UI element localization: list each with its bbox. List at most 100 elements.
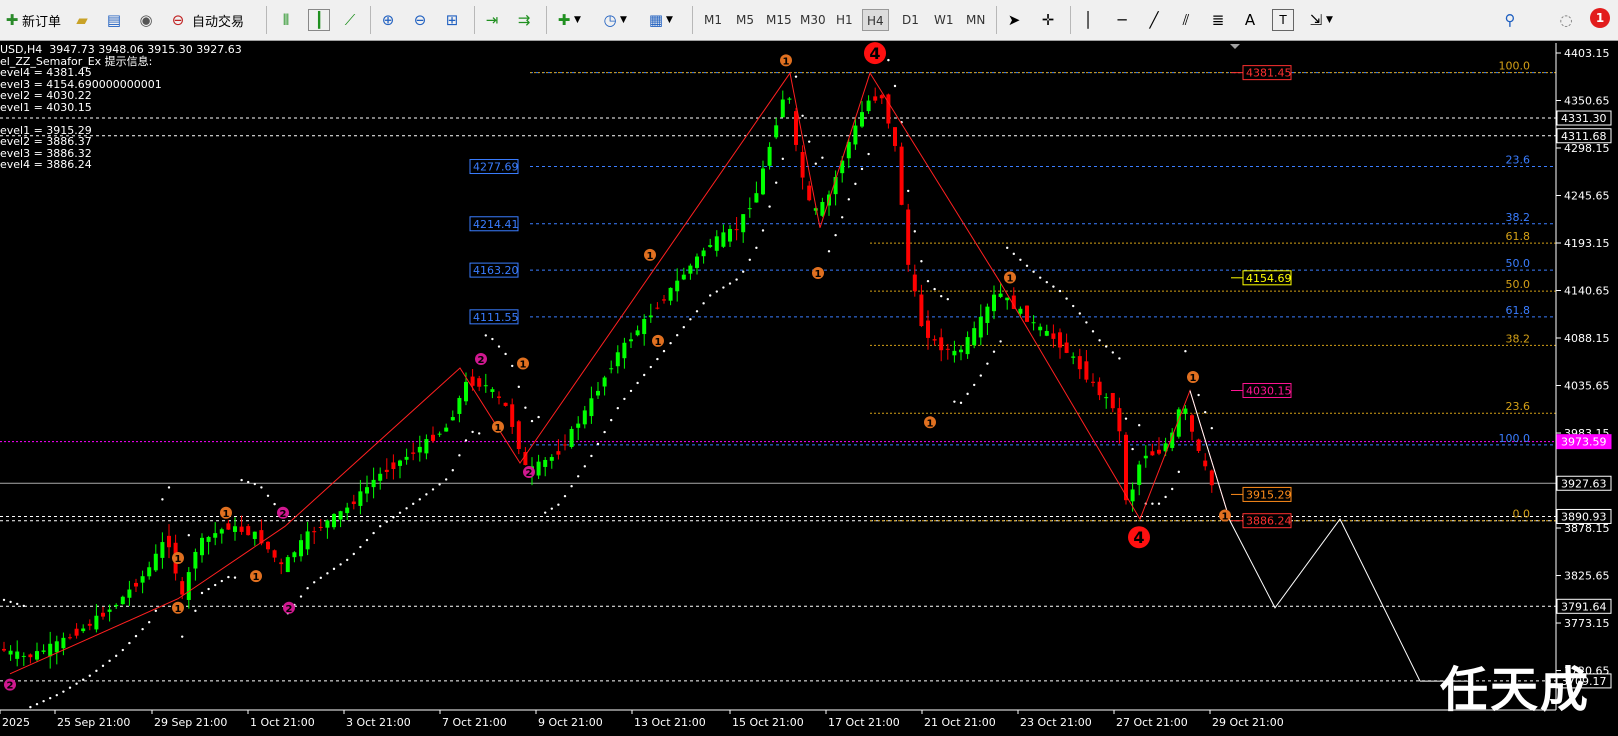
- candle-body: [1124, 434, 1128, 501]
- sar-dot: [181, 635, 184, 638]
- candle-body: [978, 316, 983, 338]
- sar-dot: [689, 318, 692, 321]
- candle-body: [761, 168, 765, 195]
- candle-body: [305, 531, 310, 550]
- timeframe-h4[interactable]: H4: [862, 9, 889, 31]
- sar-dot: [1131, 447, 1134, 451]
- price-chart[interactable]: 4277.69 4214.41 4163.20 4111.55 23.6 38.2 50.0…: [0, 41, 1618, 736]
- gold-bars-icon: ▰: [76, 11, 88, 29]
- auto-trade-button[interactable]: ⊖ 自动交易: [168, 6, 244, 34]
- candle-body: [15, 651, 20, 659]
- time-tick-label: 15 Oct 21:00: [732, 716, 804, 729]
- templates-button[interactable]: ▦ ▼: [646, 6, 673, 34]
- candle-body: [589, 398, 594, 417]
- arrows-button[interactable]: ⇲ ▼: [1306, 6, 1333, 34]
- candle-body: [239, 526, 244, 532]
- candle-body: [992, 294, 996, 312]
- fibonacci-level-label: 23.6: [1506, 400, 1531, 413]
- candle-body: [655, 307, 660, 309]
- search-button[interactable]: ⚲: [1500, 6, 1520, 34]
- candlestick-icon: ┃: [308, 9, 330, 31]
- fibonacci-level-label: 61.8: [1506, 304, 1531, 317]
- bar-chart-button[interactable]: ⫴: [276, 6, 296, 34]
- channel-button[interactable]: ⫽: [1176, 6, 1196, 34]
- candle-body: [2, 648, 6, 651]
- sar-dot: [352, 552, 355, 556]
- crosshair-button[interactable]: ✛: [1038, 6, 1058, 34]
- time-tick-label: 17 Oct 21:00: [828, 716, 900, 729]
- messages-button[interactable]: ◌: [1556, 6, 1576, 34]
- sar-dot: [517, 385, 520, 389]
- candlestick-button[interactable]: ┃: [308, 6, 330, 34]
- horizontal-line-button[interactable]: ─: [1112, 6, 1132, 34]
- sar-dot: [603, 430, 606, 434]
- sar-dot: [359, 545, 362, 549]
- candle-body: [952, 350, 957, 356]
- vertical-line-button[interactable]: │: [1078, 6, 1098, 34]
- autoscroll-button[interactable]: ⇉: [514, 6, 534, 34]
- text-button[interactable]: A: [1240, 6, 1260, 34]
- fibonacci-level-label: 100.0: [1499, 60, 1531, 73]
- timeframe-d1[interactable]: D1: [898, 9, 923, 31]
- sar-dot: [478, 432, 481, 435]
- sar-dot: [1197, 393, 1200, 397]
- candle-body: [972, 328, 977, 346]
- autoscroll-icon: ⇉: [517, 11, 531, 29]
- gold-button[interactable]: ▰: [72, 6, 92, 34]
- sar-dot: [695, 310, 699, 313]
- candle-body: [332, 514, 336, 528]
- sar-dot: [827, 250, 831, 253]
- candle-body: [609, 368, 614, 370]
- timeframe-w1[interactable]: W1: [930, 9, 958, 31]
- semafor-label: 4: [869, 44, 880, 63]
- trendline-button[interactable]: ╱: [1144, 6, 1164, 34]
- fibonacci-button[interactable]: ≣: [1208, 6, 1228, 34]
- sar-dot: [332, 567, 336, 571]
- fibonacci-level-label: 38.2: [1506, 332, 1531, 345]
- tile-windows-button[interactable]: ⊞: [442, 6, 462, 34]
- semafor-label: 1: [520, 359, 527, 370]
- cursor-button[interactable]: ➤: [1004, 6, 1024, 34]
- timeframe-m15[interactable]: M15: [762, 9, 796, 31]
- candle-body: [681, 274, 686, 280]
- sar-dot: [227, 575, 230, 579]
- market-watch-button[interactable]: ▤: [104, 6, 124, 34]
- candle-body: [87, 623, 92, 626]
- sar-dot: [128, 641, 131, 645]
- indicators-button[interactable]: ✚ ▼: [554, 6, 581, 34]
- price-label: 4311.68: [1561, 130, 1607, 143]
- separator: [1070, 6, 1071, 34]
- candle-body: [279, 562, 284, 565]
- zoom-in-button[interactable]: ⊕: [378, 6, 398, 34]
- time-tick-label: 27 Oct 21:00: [1116, 716, 1188, 729]
- sar-dot: [491, 337, 494, 341]
- timeframe-h1[interactable]: H1: [832, 9, 857, 31]
- candle-body: [299, 540, 303, 557]
- text-label-button[interactable]: T: [1272, 6, 1294, 34]
- sar-dot: [530, 419, 534, 423]
- new-order-button[interactable]: ✚ 新订单: [2, 6, 61, 34]
- timeframe-m30[interactable]: M30: [796, 9, 830, 31]
- semafor-label: 2: [280, 509, 287, 520]
- timeframe-m5[interactable]: M5: [732, 9, 758, 31]
- sar-dot: [187, 534, 190, 537]
- semafor-label: 2: [478, 355, 485, 366]
- signals-button[interactable]: ◉: [136, 6, 156, 34]
- line-chart-button[interactable]: ⟋: [340, 6, 360, 34]
- sar-dot: [1177, 470, 1181, 474]
- fibonacci-level-label: 61.8: [1506, 230, 1531, 243]
- periods-button[interactable]: ◷ ▼: [600, 6, 626, 34]
- zoom-out-button[interactable]: ⊖: [410, 6, 430, 34]
- timeframe-m1[interactable]: M1: [700, 9, 726, 31]
- sar-dot: [22, 604, 25, 608]
- sar-dot: [999, 340, 1002, 343]
- timeframe-mn[interactable]: MN: [962, 9, 989, 31]
- semafor-label: 1: [647, 251, 654, 262]
- new-order-label: 新订单: [22, 14, 62, 30]
- sar-dot: [629, 389, 633, 393]
- candle-body: [213, 533, 218, 538]
- candle-body: [450, 417, 455, 421]
- candle-body: [424, 439, 429, 454]
- cursor-arrow-icon: ➤: [1007, 11, 1021, 29]
- chart-shift-button[interactable]: ⇥: [482, 6, 502, 34]
